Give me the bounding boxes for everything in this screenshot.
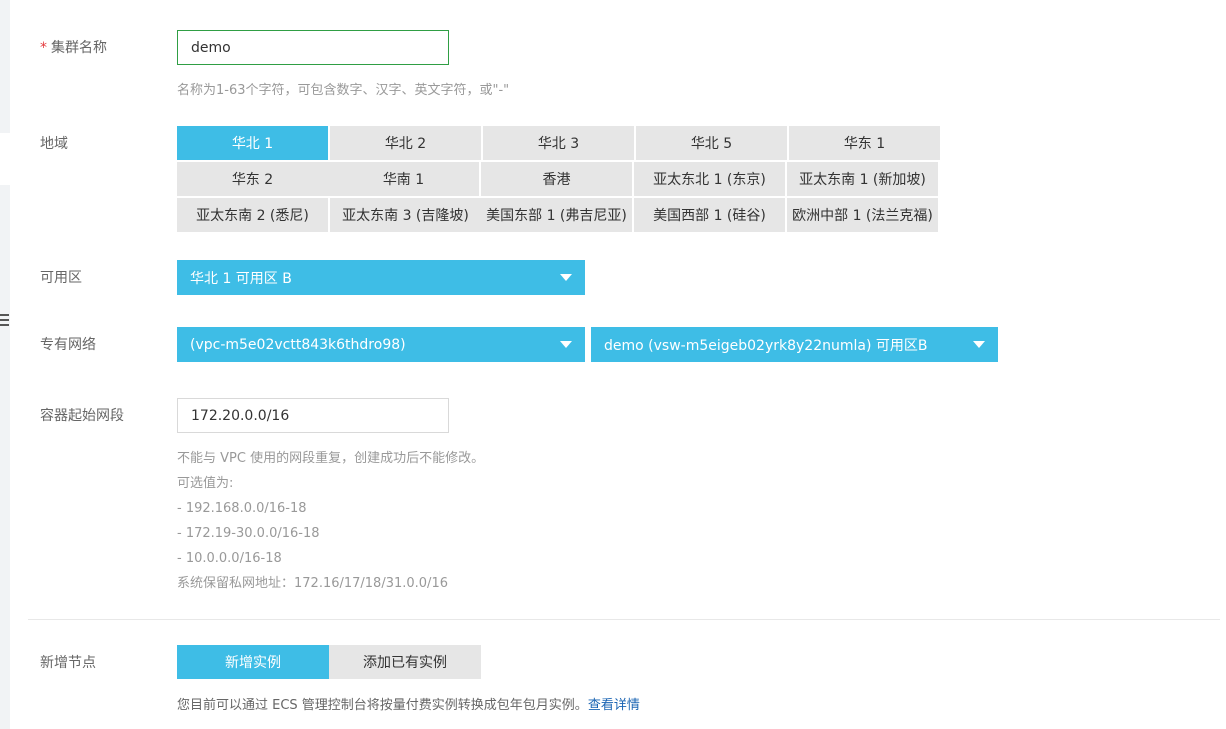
- left-gutter-top: [0, 0, 10, 133]
- region-option[interactable]: 华北 2: [330, 126, 481, 160]
- region-option[interactable]: 欧洲中部 1 (法兰克福): [787, 198, 938, 232]
- help-line: - 10.0.0.0/16-18: [177, 551, 282, 566]
- container-cidr-help: 不能与 VPC 使用的网段重复，创建成功后不能修改。 可选值为: - 192.1…: [177, 446, 484, 596]
- region-option[interactable]: 华东 2: [177, 162, 328, 196]
- container-cidr-label: 容器起始网段: [40, 408, 124, 424]
- region-option[interactable]: 亚太东南 2 (悉尼): [177, 198, 328, 232]
- region-option[interactable]: 亚太东北 1 (东京): [634, 162, 785, 196]
- vpc-select[interactable]: (vpc-m5e02vctt843k6thdro98): [177, 327, 585, 362]
- add-node-help: 您目前可以通过 ECS 管理控制台将按量付费实例转换成包年包月实例。查看详情: [177, 693, 640, 718]
- region-option[interactable]: 华北 3: [483, 126, 634, 160]
- new-instance-tab[interactable]: 新增实例: [177, 645, 329, 679]
- cluster-name-label-text: 集群名称: [51, 40, 107, 56]
- add-node-label: 新增节点: [40, 655, 96, 671]
- view-details-link[interactable]: 查看详情: [588, 698, 640, 713]
- chevron-down-icon: [973, 341, 985, 348]
- vswitch-select[interactable]: demo (vsw-m5eigeb02yrk8y22numla) 可用区B: [591, 327, 998, 362]
- help-line: 不能与 VPC 使用的网段重复，创建成功后不能修改。: [177, 451, 485, 466]
- help-line: - 192.168.0.0/16-18: [177, 501, 307, 516]
- help-line: - 172.19-30.0.0/16-18: [177, 526, 320, 541]
- vpc-select-value: (vpc-m5e02vctt843k6thdro98): [190, 336, 406, 353]
- region-option[interactable]: 香港: [481, 162, 632, 196]
- region-label: 地域: [40, 136, 68, 152]
- region-selector: 华北 1 华北 2 华北 3 华北 5 华东 1 华东 2 华南 1 香港 亚太东北 1 (东京…: [177, 126, 1092, 234]
- vpc-label: 专有网络: [40, 337, 96, 353]
- region-option[interactable]: 亚太东南 1 (新加坡): [787, 162, 938, 196]
- cluster-name-help: 名称为1-63个字符，可包含数字、汉字、英文字符，或"-": [177, 83, 510, 98]
- region-option[interactable]: 亚太东南 3 (吉隆坡): [330, 198, 481, 232]
- zone-select[interactable]: 华北 1 可用区 B: [177, 260, 585, 295]
- zone-label: 可用区: [40, 270, 82, 286]
- required-mark: *: [40, 40, 47, 56]
- add-node-help-text: 您目前可以通过 ECS 管理控制台将按量付费实例转换成包年包月实例。: [177, 698, 588, 713]
- help-line: 可选值为:: [177, 476, 234, 491]
- chevron-down-icon: [560, 341, 572, 348]
- chevron-down-icon: [560, 274, 572, 281]
- region-option[interactable]: 美国西部 1 (硅谷): [634, 198, 785, 232]
- menu-icon[interactable]: [0, 314, 9, 330]
- help-line: 系统保留私网地址：172.16/17/18/31.0.0/16: [177, 576, 448, 591]
- region-option[interactable]: 美国东部 1 (弗吉尼亚): [481, 198, 632, 232]
- existing-instance-tab[interactable]: 添加已有实例: [329, 645, 481, 679]
- cluster-name-label: * 集群名称: [40, 39, 107, 57]
- container-cidr-input[interactable]: [177, 398, 449, 433]
- cluster-name-input[interactable]: [177, 30, 449, 65]
- region-option[interactable]: 华南 1: [328, 162, 479, 196]
- section-divider: [28, 619, 1220, 620]
- region-option[interactable]: 华北 1: [177, 126, 328, 160]
- region-option[interactable]: 华东 1: [789, 126, 940, 160]
- region-option[interactable]: 华北 5: [636, 126, 787, 160]
- zone-select-value: 华北 1 可用区 B: [190, 270, 292, 287]
- left-gutter-bottom: [0, 185, 10, 729]
- vswitch-select-value: demo (vsw-m5eigeb02yrk8y22numla) 可用区B: [604, 337, 928, 354]
